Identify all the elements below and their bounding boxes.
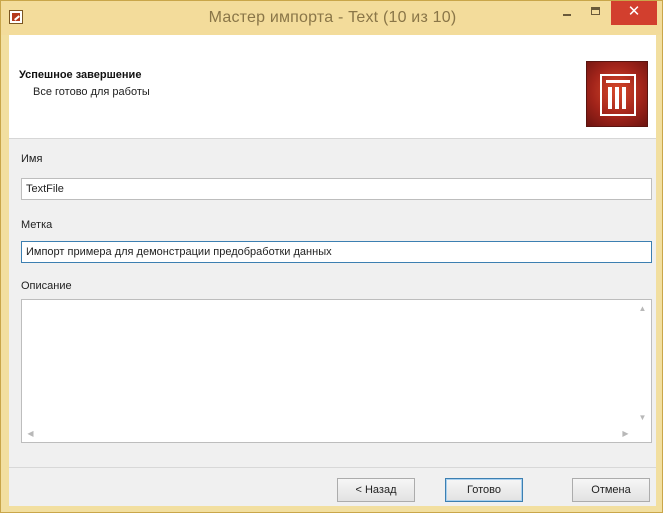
description-label: Описание — [21, 280, 72, 292]
step-title: Успешное завершение — [19, 69, 142, 81]
name-label: Имя — [21, 153, 43, 165]
wizard-footer: < Назад Готово Отмена — [9, 467, 656, 506]
logo-glyph-icon — [600, 74, 636, 116]
tag-label: Метка — [21, 219, 53, 231]
wizard-logo-icon — [586, 61, 648, 127]
vertical-scrollbar[interactable]: ▲ ▼ — [634, 300, 651, 426]
description-textarea[interactable]: ▲ ▼ ◀ ▶ — [21, 299, 652, 443]
scroll-left-icon[interactable]: ◀ — [22, 425, 39, 442]
name-input[interactable]: TextFile — [21, 178, 652, 200]
cancel-button[interactable]: Отмена — [572, 478, 650, 502]
back-button[interactable]: < Назад — [337, 478, 415, 502]
tag-input[interactable]: Импорт примера для демонстрации предобра… — [21, 241, 652, 263]
maximize-button[interactable] — [585, 2, 607, 24]
finish-button[interactable]: Готово — [445, 478, 523, 502]
scroll-down-icon[interactable]: ▼ — [634, 409, 651, 426]
step-subtitle: Все готово для работы — [33, 86, 150, 98]
horizontal-scrollbar[interactable]: ◀ ▶ — [22, 425, 634, 442]
title-bar[interactable]: Мастер импорта - Text (10 из 10) ✕ — [1, 1, 662, 35]
wizard-body: Успешное завершение Все готово для работ… — [9, 35, 656, 506]
minimize-button[interactable] — [556, 2, 578, 24]
wizard-header: Успешное завершение Все готово для работ… — [9, 35, 656, 139]
import-wizard-window: Мастер импорта - Text (10 из 10) ✕ Успеш… — [0, 0, 663, 513]
scroll-right-icon[interactable]: ▶ — [617, 425, 634, 442]
scroll-up-icon[interactable]: ▲ — [634, 300, 651, 317]
close-button[interactable]: ✕ — [611, 1, 657, 25]
